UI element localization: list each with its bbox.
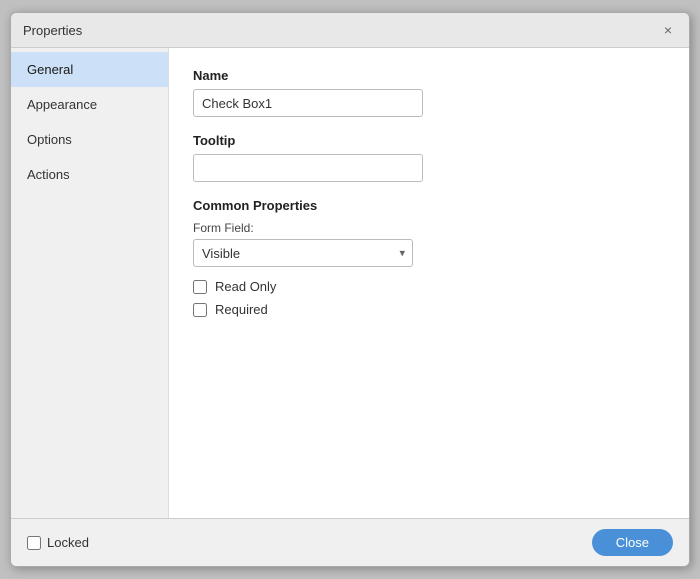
title-bar: Properties × (11, 13, 689, 48)
read-only-row: Read Only (193, 279, 665, 294)
common-properties-section: Common Properties Form Field: Visible Hi… (193, 198, 665, 317)
dialog-title: Properties (23, 23, 82, 38)
form-field-label: Form Field: (193, 221, 665, 235)
checkboxes-group: Read Only Required (193, 279, 665, 317)
required-checkbox[interactable] (193, 303, 207, 317)
name-field-group: Name (193, 68, 665, 117)
dialog-footer: Locked Close (11, 518, 689, 566)
sidebar: General Appearance Options Actions (11, 48, 169, 518)
name-input[interactable] (193, 89, 423, 117)
read-only-checkbox[interactable] (193, 280, 207, 294)
locked-checkbox[interactable] (27, 536, 41, 550)
tooltip-field-group: Tooltip (193, 133, 665, 182)
footer-left: Locked (27, 535, 89, 550)
tooltip-label: Tooltip (193, 133, 665, 148)
sidebar-item-appearance[interactable]: Appearance (11, 87, 168, 122)
required-row: Required (193, 302, 665, 317)
sidebar-item-general[interactable]: General (11, 52, 168, 87)
name-label: Name (193, 68, 665, 83)
form-field-select[interactable]: Visible Hidden No Print Required (193, 239, 413, 267)
dialog-close-button[interactable]: × (659, 21, 677, 39)
read-only-label: Read Only (215, 279, 276, 294)
sidebar-item-actions[interactable]: Actions (11, 157, 168, 192)
properties-dialog: Properties × General Appearance Options … (10, 12, 690, 567)
locked-label: Locked (47, 535, 89, 550)
common-properties-title: Common Properties (193, 198, 665, 213)
required-label: Required (215, 302, 268, 317)
tooltip-input[interactable] (193, 154, 423, 182)
form-field-select-wrapper: Visible Hidden No Print Required ▾ (193, 239, 413, 267)
dialog-body: General Appearance Options Actions Name … (11, 48, 689, 518)
main-content: Name Tooltip Common Properties Form Fiel… (169, 48, 689, 518)
sidebar-item-options[interactable]: Options (11, 122, 168, 157)
close-button[interactable]: Close (592, 529, 673, 556)
